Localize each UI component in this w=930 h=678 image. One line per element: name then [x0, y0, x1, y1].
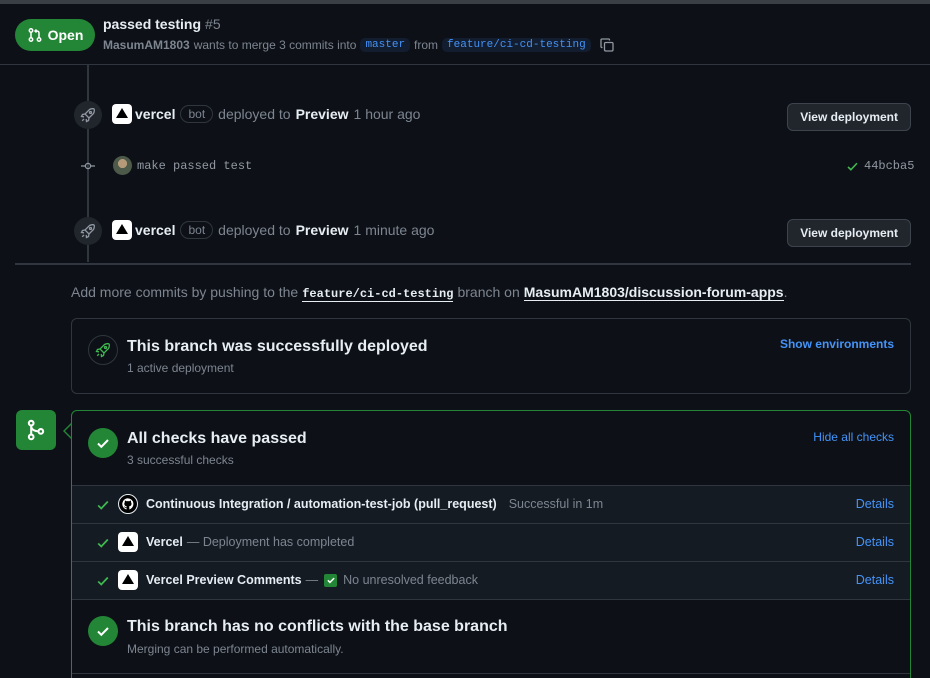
check-icon [97, 576, 109, 586]
pr-meta: MasumAM1803 wants to merge 3 commits int… [103, 37, 615, 53]
event-time[interactable]: 1 hour ago [354, 106, 421, 122]
check-details-link[interactable]: Details [856, 573, 894, 587]
no-conflicts-circle [88, 616, 118, 646]
event-time[interactable]: 1 minute ago [354, 222, 435, 238]
commit-sha[interactable]: 44bcba5 [864, 159, 914, 173]
check-name: Vercel Preview Comments [146, 573, 302, 587]
check-label: Vercel Preview Comments — No unresolved … [146, 573, 478, 587]
bot-label: bot [180, 105, 214, 123]
checkbox-checked-icon [324, 573, 338, 587]
pr-from-text: from [414, 38, 439, 52]
conflicts-subtitle: Merging can be performed automatically. [127, 642, 344, 656]
git-merge-icon [27, 419, 45, 441]
check-name: Continuous Integration / automation-test… [146, 497, 497, 511]
check-icon[interactable] [846, 160, 859, 173]
deploy-event-text: vercel bot deployed to Preview 1 minute … [135, 221, 434, 239]
push-hint-middle: branch on [457, 284, 520, 300]
show-environments-link[interactable]: Show environments [780, 337, 894, 351]
check-item: Vercel — Deployment has completed Detail… [72, 523, 910, 561]
push-hint-repo-link[interactable]: MasumAM1803/discussion-forum-apps [523, 284, 784, 301]
actor-name[interactable]: vercel [135, 222, 175, 238]
vercel-avatar[interactable] [112, 104, 132, 124]
check-details-link[interactable]: Details [856, 535, 894, 549]
pr-state-badge: Open [15, 19, 95, 51]
rocket-icon [95, 343, 110, 358]
timeline-end-divider [15, 263, 911, 265]
push-hint-prefix: Add more commits by pushing to the [71, 284, 299, 300]
pr-title-text: passed testing [103, 16, 202, 32]
deployment-status-box: This branch was successfully deployed 1 … [71, 318, 911, 394]
rocket-icon [80, 108, 95, 123]
pr-header: Open passed testing #5 MasumAM1803 wants … [0, 4, 930, 65]
merge-status-icon [16, 410, 56, 450]
vercel-avatar[interactable] [112, 220, 132, 240]
checks-title: All checks have passed [127, 430, 307, 447]
pull-request-icon [28, 28, 42, 42]
check-details-link[interactable]: Details [856, 497, 894, 511]
commit-icon [81, 162, 95, 170]
pr-title: passed testing #5 [103, 16, 221, 32]
check-item: Vercel Preview Comments — No unresolved … [72, 561, 910, 599]
vercel-icon [118, 532, 138, 552]
view-deployment-button[interactable]: View deployment [787, 219, 911, 247]
environment-name[interactable]: Preview [296, 106, 349, 122]
action-text: deployed to [218, 106, 291, 122]
vercel-icon [118, 570, 138, 590]
hide-all-checks-link[interactable]: Hide all checks [813, 430, 894, 444]
check-status: — Deployment has completed [186, 535, 355, 549]
pr-state-label: Open [47, 27, 84, 43]
check-status: Successful in 1m [508, 497, 604, 511]
push-hint: Add more commits by pushing to the featu… [71, 284, 787, 302]
rocket-icon [80, 224, 95, 239]
check-name: Vercel [146, 535, 183, 549]
head-branch-tag[interactable]: feature/ci-cd-testing [442, 38, 591, 52]
merge-box: All checks have passed 3 successful chec… [71, 410, 911, 678]
check-status-prefix: — [305, 573, 319, 587]
pr-author-link[interactable]: MasumAM1803 [103, 38, 190, 52]
conflict-status: This branch has no conflicts with the ba… [72, 599, 910, 675]
push-hint-branch[interactable]: feature/ci-cd-testing [302, 287, 454, 302]
view-deployment-button[interactable]: View deployment [787, 103, 911, 131]
deploy-event-text: vercel bot deployed to Preview 1 hour ag… [135, 105, 420, 123]
check-icon [97, 627, 109, 637]
copy-icon[interactable] [599, 37, 615, 53]
check-icon [97, 538, 109, 548]
check-icon [97, 439, 109, 449]
deploy-event-badge [74, 217, 102, 245]
pr-number: #5 [205, 16, 221, 32]
base-branch-tag[interactable]: master [360, 38, 411, 52]
check-item: Continuous Integration / automation-test… [72, 485, 910, 523]
check-label: Vercel — Deployment has completed [146, 535, 354, 549]
action-text: deployed to [218, 222, 291, 238]
commit-author-avatar[interactable] [113, 156, 132, 175]
deploy-event-badge [74, 101, 102, 129]
github-icon [118, 494, 138, 514]
commit-message[interactable]: make passed test [137, 159, 252, 173]
actor-name[interactable]: vercel [135, 106, 175, 122]
check-label: Continuous Integration / automation-test… [146, 497, 603, 511]
deployment-subtitle: 1 active deployment [127, 361, 234, 375]
conflicts-title: This branch has no conflicts with the ba… [127, 618, 508, 635]
checks-subtitle: 3 successful checks [127, 453, 234, 467]
bot-label: bot [180, 221, 214, 239]
push-hint-suffix: . [783, 284, 788, 300]
merge-box-divider [72, 673, 910, 674]
deployment-icon-circle [88, 335, 118, 365]
pr-merge-text: wants to merge 3 commits into [193, 38, 357, 52]
deployment-title: This branch was successfully deployed [127, 338, 428, 355]
check-icon [97, 500, 109, 510]
checks-passed-circle [88, 428, 118, 458]
check-status: No unresolved feedback [343, 573, 478, 587]
checks-list: Continuous Integration / automation-test… [72, 485, 910, 599]
environment-name[interactable]: Preview [296, 222, 349, 238]
